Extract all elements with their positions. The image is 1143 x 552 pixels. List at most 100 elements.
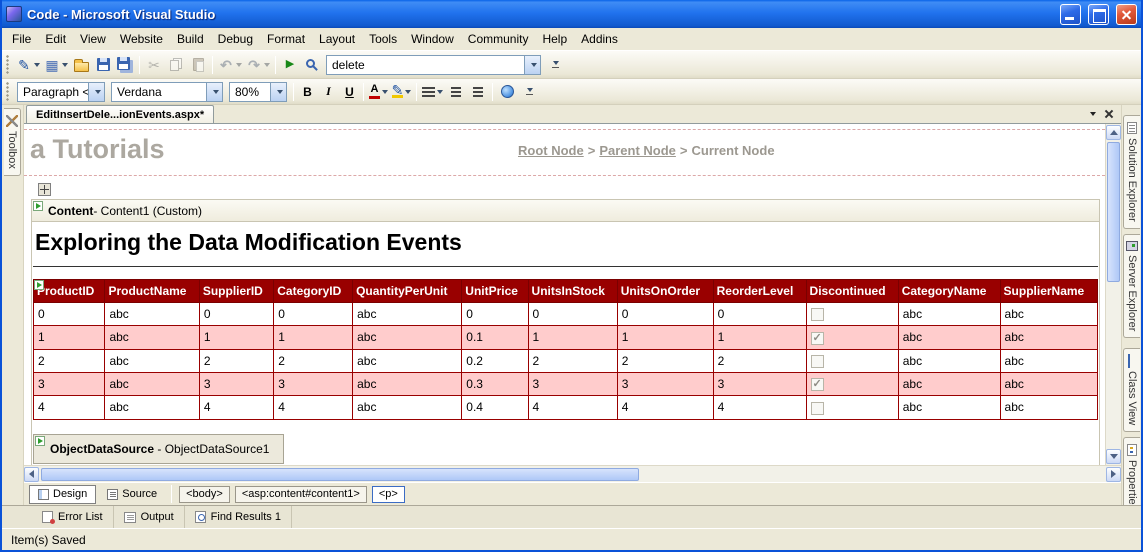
globe-icon [501, 85, 514, 98]
scroll-down-button[interactable] [1106, 449, 1121, 464]
grid-cell: 2 [199, 349, 273, 372]
tag-navigator-p[interactable]: <p> [372, 486, 405, 503]
menu-file[interactable]: File [5, 29, 38, 49]
dropdown-caret-icon [382, 90, 388, 94]
combobox-dropdown-button[interactable] [88, 83, 104, 101]
objectdatasource-control[interactable]: ObjectDataSource - ObjectDataSource1 [33, 434, 284, 464]
design-canvas[interactable]: a Tutorials Root Node>Parent Node>Curren… [24, 124, 1105, 465]
maximize-button[interactable] [1088, 4, 1109, 25]
add-item-button[interactable] [42, 54, 70, 76]
toolbar-overflow-button[interactable] [518, 81, 540, 103]
sidebar-tab-toolbox[interactable]: Toolbox [4, 108, 21, 176]
gridview-control[interactable]: ProductID ProductName SupplierID Categor… [33, 279, 1098, 420]
sidebar-tab-solution-explorer[interactable]: Solution Explorer [1123, 115, 1140, 229]
scissors-icon [146, 57, 162, 73]
grid-cell: abc [353, 372, 462, 395]
open-file-button[interactable] [70, 54, 92, 76]
breadcrumb-separator: > [588, 143, 596, 158]
menu-view[interactable]: View [73, 29, 113, 49]
new-item-button[interactable] [14, 54, 42, 76]
close-document-icon[interactable] [1104, 109, 1114, 119]
move-handle-icon[interactable] [38, 183, 51, 196]
menu-format[interactable]: Format [260, 29, 312, 49]
highlight-color-button[interactable] [390, 81, 413, 103]
menu-help[interactable]: Help [535, 29, 574, 49]
smart-tag-icon[interactable] [33, 201, 43, 211]
font-name-combobox[interactable]: Verdana [111, 82, 223, 102]
pencil-icon [16, 57, 32, 73]
content-control-body: Exploring the Data Modification Events P… [32, 222, 1099, 465]
toolbar-combobox[interactable]: delete [326, 55, 541, 75]
toolbar-grip[interactable] [6, 55, 10, 75]
content-control-detail: - Content1 (Custom) [93, 204, 202, 218]
tab-error-list[interactable]: Error List [32, 506, 114, 528]
start-debugging-button[interactable] [279, 54, 301, 76]
find-in-files-button[interactable] [301, 54, 323, 76]
undo-button[interactable] [216, 54, 244, 76]
combobox-dropdown-button[interactable] [270, 83, 286, 101]
class-view-icon [1128, 354, 1130, 368]
cut-button[interactable] [143, 54, 165, 76]
menu-website[interactable]: Website [113, 29, 170, 49]
vertical-scrollbar[interactable] [1105, 124, 1121, 465]
toolbar-grip[interactable] [6, 82, 10, 102]
font-size-combobox[interactable]: 80% [229, 82, 287, 102]
copy-button[interactable] [165, 54, 187, 76]
highlight-icon [392, 85, 403, 98]
menu-tools[interactable]: Tools [362, 29, 404, 49]
scroll-up-button[interactable] [1106, 125, 1121, 140]
grid-cell: abc [898, 372, 1000, 395]
menu-build[interactable]: Build [170, 29, 211, 49]
smart-tag-icon[interactable] [34, 280, 44, 290]
sidebar-tab-server-explorer[interactable]: Server Explorer [1123, 234, 1140, 338]
smart-tag-icon[interactable] [35, 436, 45, 446]
menu-community[interactable]: Community [461, 29, 536, 49]
toolbar-overflow-button[interactable] [544, 54, 566, 76]
combobox-dropdown-button[interactable] [524, 56, 540, 74]
combobox-dropdown-button[interactable] [206, 83, 222, 101]
font-color-button[interactable]: A [367, 81, 390, 103]
error-list-icon [42, 511, 53, 523]
main-area: Toolbox EditInsertDele...ionEvents.aspx*… [2, 105, 1141, 505]
save-all-button[interactable] [114, 54, 136, 76]
menu-edit[interactable]: Edit [38, 29, 73, 49]
document-list-dropdown-icon[interactable] [1090, 112, 1096, 116]
content-placeholder-control[interactable]: Content - Content1 (Custom) Exploring th… [31, 199, 1100, 465]
bold-button[interactable]: B [297, 82, 318, 102]
menu-debug[interactable]: Debug [211, 29, 260, 49]
minimize-button[interactable] [1060, 4, 1081, 25]
menu-window[interactable]: Window [404, 29, 461, 49]
horizontal-scrollbar-thumb[interactable] [41, 468, 639, 481]
tab-output[interactable]: Output [114, 506, 185, 528]
numbered-list-button[interactable] [445, 81, 467, 103]
paste-button[interactable] [187, 54, 209, 76]
document-tab-strip: EditInsertDele...ionEvents.aspx* [24, 105, 1121, 124]
source-view-button[interactable]: Source [99, 485, 165, 504]
align-button[interactable] [420, 81, 445, 103]
tag-navigator-body[interactable]: <body> [179, 486, 230, 503]
close-button[interactable] [1116, 4, 1137, 25]
tab-find-results[interactable]: Find Results 1 [185, 506, 292, 528]
tab-editinsertdelete-aspx[interactable]: EditInsertDele...ionEvents.aspx* [26, 105, 214, 123]
vertical-scrollbar-thumb[interactable] [1107, 142, 1120, 282]
underline-button[interactable]: U [339, 82, 360, 102]
menu-layout[interactable]: Layout [312, 29, 362, 49]
save-button[interactable] [92, 54, 114, 76]
toolbar-separator [492, 83, 493, 101]
horizontal-scrollbar[interactable] [24, 465, 1121, 482]
italic-button[interactable]: I [318, 82, 339, 102]
scroll-left-button[interactable] [24, 467, 39, 482]
sidebar-tab-class-view[interactable]: Class View [1123, 348, 1140, 432]
bulleted-list-button[interactable] [467, 81, 489, 103]
redo-button[interactable] [244, 54, 272, 76]
content-control-header[interactable]: Content - Content1 (Custom) [32, 200, 1099, 222]
menu-addins[interactable]: Addins [574, 29, 625, 49]
play-icon [282, 57, 298, 73]
hyperlink-button[interactable] [496, 81, 518, 103]
block-format-combobox[interactable]: Paragraph < [17, 82, 105, 102]
tag-navigator-content[interactable]: <asp:content#content1> [235, 486, 367, 503]
source-view-label: Source [122, 488, 157, 500]
scroll-right-button[interactable] [1106, 467, 1121, 482]
design-view-button[interactable]: Design [29, 485, 96, 504]
column-header: CategoryName [898, 280, 1000, 303]
